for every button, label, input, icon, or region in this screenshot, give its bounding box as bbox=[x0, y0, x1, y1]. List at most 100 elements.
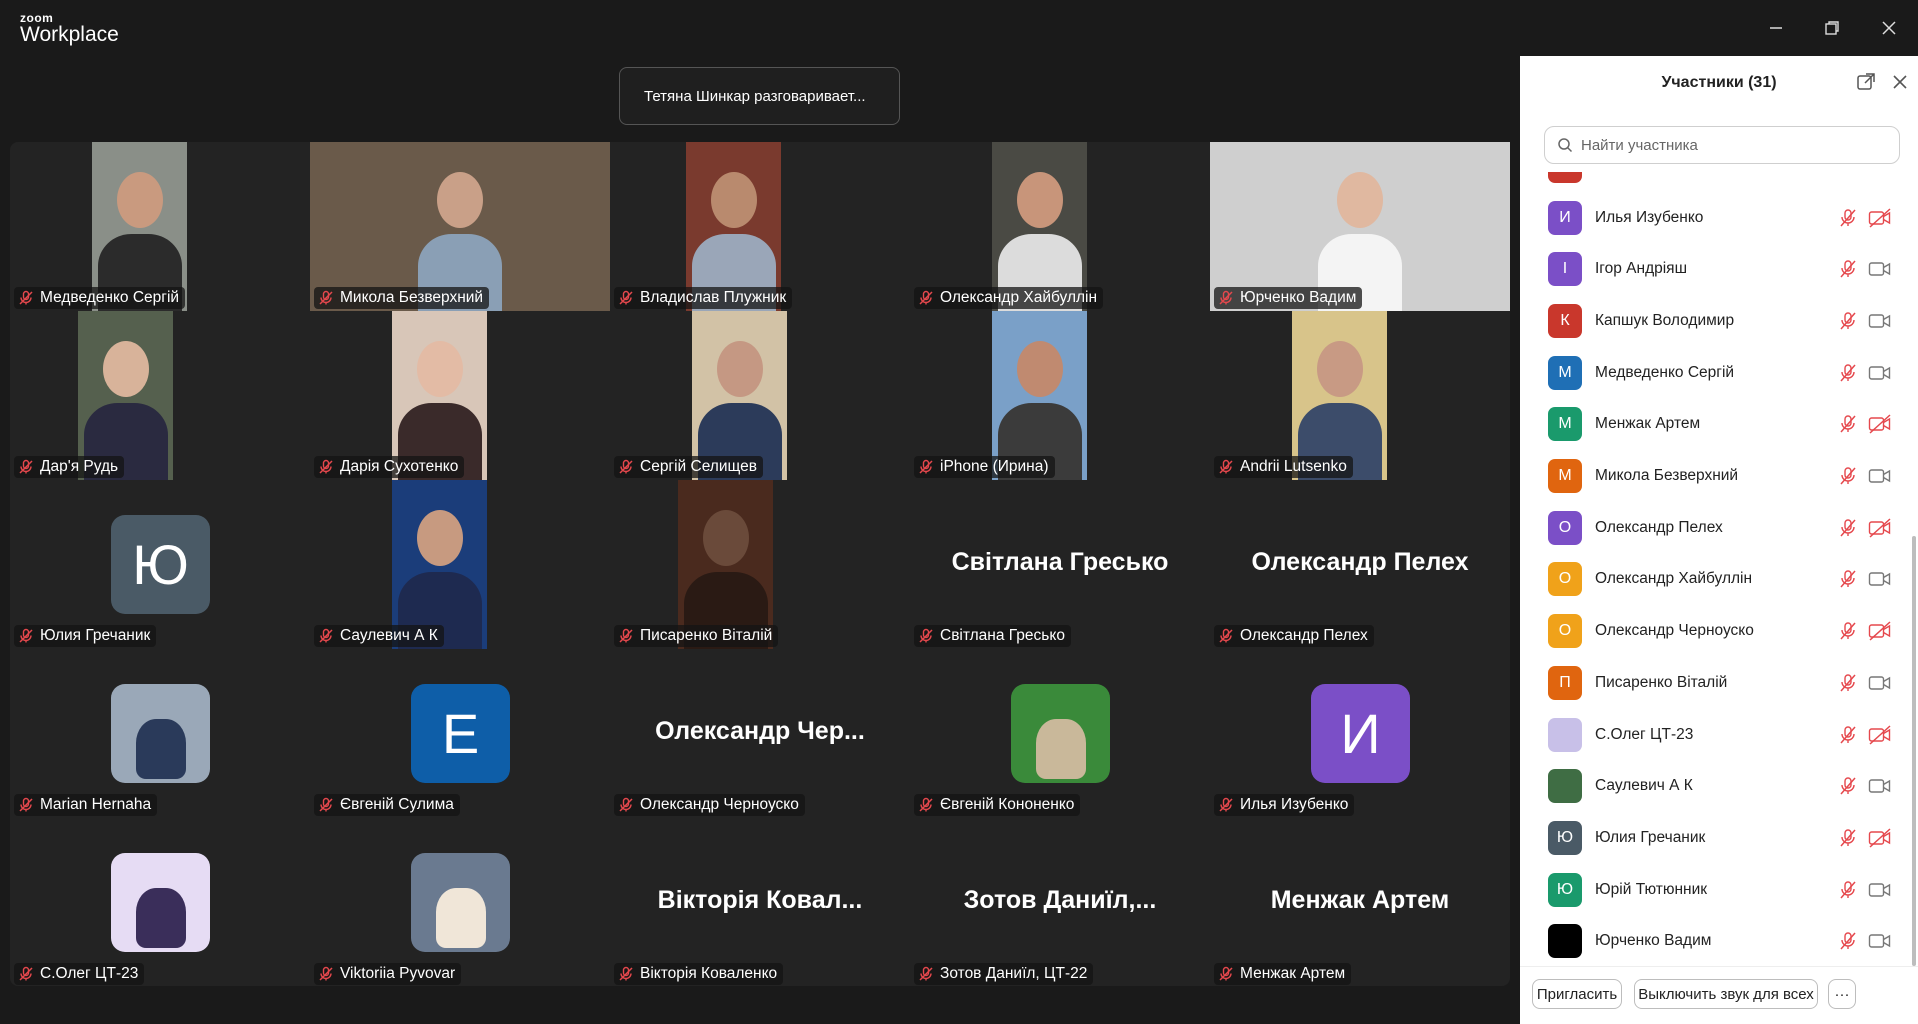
participant-row[interactable]: О Олександр Хайбуллін bbox=[1520, 554, 1918, 605]
mic-muted-icon[interactable] bbox=[1838, 569, 1858, 589]
video-tile[interactable]: И Илья Изубенко bbox=[1210, 649, 1510, 818]
video-tile[interactable]: Євгеній Кононенко bbox=[910, 649, 1210, 818]
video-tile[interactable]: E Євгеній Сулима bbox=[310, 649, 610, 818]
camera-off-icon[interactable] bbox=[1868, 414, 1892, 434]
participant-name: Илья Изубенко bbox=[1240, 796, 1349, 813]
mic-muted-icon[interactable] bbox=[1838, 621, 1858, 641]
participant-row[interactable]: Ю Юрій Тютюнник bbox=[1520, 864, 1918, 915]
camera-icon[interactable] bbox=[1868, 569, 1892, 589]
participant-search[interactable] bbox=[1544, 126, 1900, 164]
camera-icon[interactable] bbox=[1868, 466, 1892, 486]
video-tile[interactable]: iPhone (Ирина) bbox=[910, 311, 1210, 480]
camera-icon[interactable] bbox=[1868, 776, 1892, 796]
camera-off-icon[interactable] bbox=[1868, 724, 1892, 745]
mic-muted-icon[interactable] bbox=[1838, 725, 1858, 745]
mic-muted-icon[interactable] bbox=[1838, 673, 1858, 693]
video-tile[interactable]: Медведенко Сергій bbox=[10, 142, 310, 311]
mic-muted-icon[interactable] bbox=[1838, 466, 1858, 486]
mute-all-button[interactable]: Выключить звук для всех bbox=[1634, 979, 1818, 1009]
tile-display-name: Зотов Даниїл,... bbox=[963, 886, 1157, 914]
mic-muted-icon[interactable] bbox=[1838, 828, 1858, 848]
participant-row[interactable]: М Микола Безверхний bbox=[1520, 451, 1918, 502]
close-panel-button[interactable] bbox=[1890, 72, 1914, 96]
participant-name: Олександр Черноуско bbox=[1595, 622, 1754, 640]
participant-avatar: М bbox=[1548, 407, 1582, 442]
close-window-button[interactable] bbox=[1875, 14, 1903, 42]
camera-off-icon[interactable] bbox=[1868, 828, 1892, 848]
video-tile[interactable]: Юрченко Вадим bbox=[1210, 142, 1510, 311]
name-tag: Олександр Хайбуллін bbox=[914, 287, 1104, 309]
participant-avatar: О bbox=[1548, 614, 1582, 649]
mic-muted-icon[interactable] bbox=[1838, 363, 1858, 383]
video-tile[interactable]: Вікторія Ковал... Вікторія Коваленко bbox=[610, 818, 910, 987]
camera-off-icon[interactable] bbox=[1868, 621, 1892, 641]
mic-muted-icon[interactable] bbox=[1838, 776, 1858, 796]
participant-name: Владислав Плужник bbox=[640, 289, 787, 306]
participant-row[interactable]: Ю Юлия Гречаник bbox=[1520, 812, 1918, 863]
participant-row[interactable]: І Ігор Андріяш bbox=[1520, 244, 1918, 295]
restore-button[interactable] bbox=[1818, 14, 1846, 42]
mic-muted-icon[interactable] bbox=[1838, 259, 1858, 279]
participant-row[interactable]: П Писаренко Віталій bbox=[1520, 657, 1918, 708]
participant-row[interactable]: К Капшук Володимир bbox=[1520, 295, 1918, 346]
participant-row[interactable]: О Олександр Черноуско bbox=[1520, 606, 1918, 657]
more-options-button[interactable]: ··· bbox=[1828, 979, 1856, 1009]
mic-muted-icon[interactable] bbox=[1838, 880, 1858, 900]
mic-muted-icon bbox=[18, 797, 34, 813]
video-tile[interactable]: Менжак Артем Менжак Артем bbox=[1210, 818, 1510, 987]
camera-icon[interactable] bbox=[1868, 673, 1892, 693]
camera-off-icon[interactable] bbox=[1868, 518, 1892, 538]
participant-avatar: І bbox=[1548, 252, 1582, 287]
camera-icon[interactable] bbox=[1868, 311, 1892, 331]
video-tile[interactable]: Дар'я Рудь bbox=[10, 311, 310, 480]
mic-muted-icon[interactable] bbox=[1838, 311, 1858, 331]
video-tile[interactable]: Світлана Гресько Світлана Гресько bbox=[910, 480, 1210, 649]
video-tile[interactable]: Писаренко Віталій bbox=[610, 480, 910, 649]
mic-muted-icon[interactable] bbox=[1838, 518, 1858, 538]
mic-muted-icon[interactable] bbox=[1838, 208, 1858, 228]
video-tile[interactable]: Микола Безверхний bbox=[310, 142, 610, 311]
close-icon bbox=[1893, 75, 1907, 89]
minimize-button[interactable] bbox=[1762, 14, 1790, 42]
camera-icon[interactable] bbox=[1868, 931, 1892, 951]
participant-name: Marian Hernaha bbox=[40, 796, 152, 813]
video-tile[interactable]: Дарія Сухотенко bbox=[310, 311, 610, 480]
scrollbar[interactable] bbox=[1912, 536, 1916, 966]
video-tile[interactable]: Олександр Чер... Олександр Черноуско bbox=[610, 649, 910, 818]
camera-icon[interactable] bbox=[1868, 880, 1892, 900]
video-tile[interactable]: Andrii Lutsenko bbox=[1210, 311, 1510, 480]
participant-row[interactable]: М Менжак Артем bbox=[1520, 399, 1918, 450]
participant-row[interactable]: И Илья Изубенко bbox=[1520, 192, 1918, 243]
video-tile[interactable]: Владислав Плужник bbox=[610, 142, 910, 311]
participant-row[interactable]: М Медведенко Сергій bbox=[1520, 347, 1918, 398]
video-tile[interactable]: Олександр Пелех Олександр Пелех bbox=[1210, 480, 1510, 649]
video-tile[interactable]: С.Олег ЦТ-23 bbox=[10, 818, 310, 987]
video-tile[interactable]: Саулевич А К bbox=[310, 480, 610, 649]
popout-button[interactable] bbox=[1856, 72, 1880, 96]
camera-off-icon[interactable] bbox=[1868, 207, 1892, 228]
video-tile[interactable]: Viktoriia Pyvovar bbox=[310, 818, 610, 987]
name-tag: Світлана Гресько bbox=[914, 625, 1071, 647]
participant-face bbox=[116, 172, 163, 228]
camera-icon[interactable] bbox=[1868, 363, 1892, 383]
mic-muted-icon bbox=[318, 628, 334, 644]
participant-row[interactable]: С.Олег ЦТ-23 bbox=[1520, 709, 1918, 760]
video-tile[interactable]: Ю Юлия Гречаник bbox=[10, 480, 310, 649]
video-tile[interactable]: Олександр Хайбуллін bbox=[910, 142, 1210, 311]
mic-muted-icon bbox=[18, 628, 34, 644]
participant-row[interactable]: О Олександр Пелех bbox=[1520, 502, 1918, 553]
video-tile[interactable]: Зотов Даниїл,... Зотов Даниїл, ЦТ-22 bbox=[910, 818, 1210, 987]
participant-avatar bbox=[1548, 769, 1582, 804]
participant-row-partial[interactable] bbox=[1520, 172, 1918, 191]
video-tile[interactable]: Сергій Селищев bbox=[610, 311, 910, 480]
mic-muted-icon[interactable] bbox=[1838, 931, 1858, 951]
search-input[interactable] bbox=[1581, 136, 1881, 154]
mic-muted-icon bbox=[618, 797, 634, 813]
mic-muted-icon[interactable] bbox=[1838, 414, 1858, 434]
camera-icon[interactable] bbox=[1868, 259, 1892, 279]
invite-button[interactable]: Пригласить bbox=[1532, 979, 1622, 1009]
tile-display-name: Олександр Чер... bbox=[655, 717, 865, 745]
participant-row[interactable]: Саулевич А К bbox=[1520, 761, 1918, 812]
participant-row[interactable]: Юрченко Вадим bbox=[1520, 916, 1918, 967]
video-tile[interactable]: Marian Hernaha bbox=[10, 649, 310, 818]
